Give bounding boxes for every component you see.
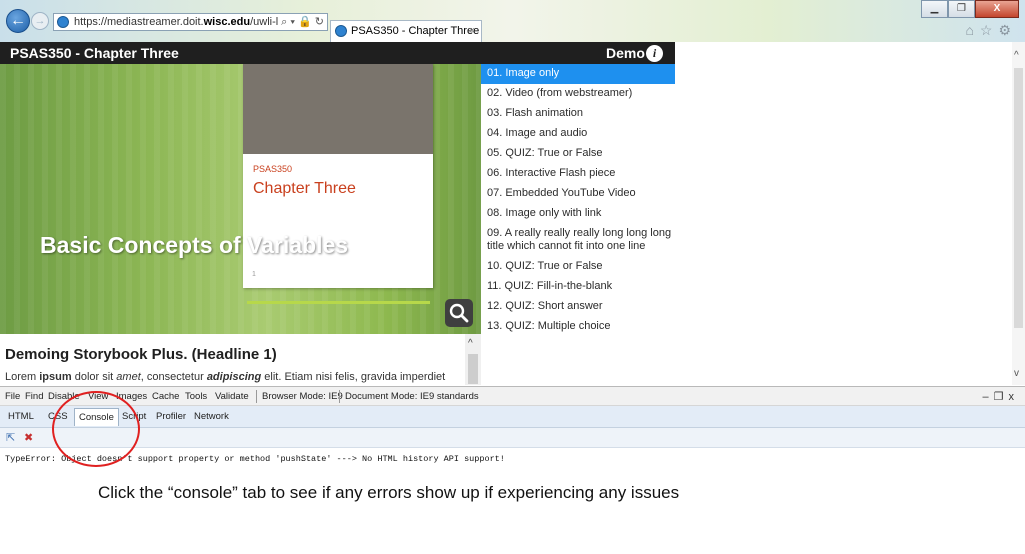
maximize-button[interactable]: ❐ <box>948 0 975 18</box>
menu-item[interactable]: 10. QUIZ: True or False <box>481 257 675 277</box>
url-prefix: https://mediastreamer.doit. <box>74 16 204 28</box>
menu-item[interactable]: 11. QUIZ: Fill-in-the-blank <box>481 277 675 297</box>
page-scroll-down-icon[interactable]: v <box>1014 368 1019 379</box>
window-controls: ▁ ❐ X <box>921 0 1019 18</box>
devtools-menubar: File Find Disable View Images Cache Tool… <box>0 386 1025 406</box>
console-output: TypeError: Object doesn't support proper… <box>0 448 1025 554</box>
url-domain: wisc.edu <box>203 16 251 28</box>
menu-item[interactable]: 13. QUIZ: Multiple choice <box>481 317 675 337</box>
page-scroll-thumb[interactable] <box>1014 68 1023 328</box>
lorem-part: elit. Etiam nisi felis, gravida imperdie… <box>261 371 446 383</box>
scroll-thumb[interactable] <box>468 354 478 384</box>
slide-heading: Basic Concepts of Variables <box>40 232 349 258</box>
ie-logo-icon <box>57 16 69 28</box>
cover-page-number: 1 <box>252 271 256 278</box>
tab-ie-icon <box>335 25 347 37</box>
player-title: PSAS350 - Chapter Three <box>10 45 179 61</box>
menu-divider <box>339 390 340 403</box>
menu-item[interactable]: 12. QUIZ: Short answer <box>481 297 675 317</box>
notes-headline: Demoing Storybook Plus. (Headline 1) <box>5 346 277 363</box>
menu-item[interactable]: 04. Image and audio <box>481 124 675 144</box>
devtools-tabs: HTML CSS Console Script Profiler Network <box>0 406 1025 428</box>
devtools-menu-file[interactable]: File <box>5 391 20 402</box>
annotation-callout: Click the “console” tab to see if any er… <box>98 483 680 502</box>
page-scrollbar[interactable]: ^ v <box>1012 42 1025 385</box>
cover-course-code: PSAS350 <box>253 164 293 174</box>
annotation-circle <box>52 391 140 467</box>
devtools-menu-tools[interactable]: Tools <box>185 391 207 402</box>
select-element-icon[interactable]: ⇱ <box>6 431 15 444</box>
console-toolbar: ⇱ ✖ <box>0 428 1025 448</box>
lorem-italic: amet <box>116 371 141 383</box>
address-tools-icons[interactable]: ⌕ ▾ 🔒 ↻ <box>278 14 324 30</box>
slide-image: PSAS350 Chapter Three 1 Basic Concepts o… <box>0 64 481 334</box>
menu-item[interactable]: 05. QUIZ: True or False <box>481 144 675 164</box>
menu-item[interactable]: 06. Interactive Flash piece <box>481 164 675 184</box>
browser-mode-menu[interactable]: Browser Mode: IE9 <box>262 391 343 402</box>
storybook-player: PSAS350 - Chapter Three Demo i PSAS350 C… <box>0 42 1012 385</box>
close-button[interactable]: X <box>975 0 1019 18</box>
tab-close-icon[interactable]: × <box>469 21 475 41</box>
tab-profiler[interactable]: Profiler <box>152 408 190 426</box>
cover-chapter-title: Chapter Three <box>253 180 356 197</box>
home-favorites-settings-icons[interactable]: ⌂☆⚙ <box>965 22 1017 39</box>
lorem-bold: ipsum <box>39 371 72 383</box>
tab-network[interactable]: Network <box>190 408 233 426</box>
devtools-menu-find[interactable]: Find <box>25 391 43 402</box>
menu-item[interactable]: 01. Image only <box>481 64 675 84</box>
minimize-button[interactable]: ▁ <box>921 0 948 18</box>
browser-tab[interactable]: PSAS350 - Chapter Three × <box>330 20 482 42</box>
clear-console-icon[interactable]: ✖ <box>24 431 33 444</box>
scroll-up-icon[interactable]: ^ <box>468 338 473 349</box>
document-mode-menu[interactable]: Document Mode: IE9 standards <box>345 391 479 402</box>
devtools-menu-validate[interactable]: Validate <box>215 391 249 402</box>
lorem-part: dolor sit <box>71 371 117 383</box>
slide-menu: 01. Image only 02. Video (from webstreame… <box>481 64 675 344</box>
back-button[interactable]: ← <box>6 9 30 33</box>
devtools-window-buttons[interactable]: –❐x <box>983 390 1019 403</box>
cover-photo <box>243 64 433 154</box>
page-scroll-up-icon[interactable]: ^ <box>1014 50 1019 61</box>
slide-accent-bar <box>247 301 430 304</box>
slide-notes: Demoing Storybook Plus. (Headline 1) Lor… <box>0 334 481 385</box>
address-bar[interactable]: https://mediastreamer.doit.wisc.edu/uwli… <box>53 13 328 31</box>
menu-item[interactable]: 03. Flash animation <box>481 104 675 124</box>
info-icon[interactable]: i <box>646 45 663 62</box>
player-header: PSAS350 - Chapter Three Demo i <box>0 42 675 64</box>
lorem-part: , consectetur <box>140 371 207 383</box>
devtools-menu-cache[interactable]: Cache <box>152 391 179 402</box>
menu-item[interactable]: 09. A really really really long long lon… <box>481 224 675 257</box>
notes-scrollbar[interactable]: ^ <box>465 334 481 385</box>
demo-label: Demo <box>606 45 645 61</box>
menu-item[interactable]: 07. Embedded YouTube Video <box>481 184 675 204</box>
forward-button[interactable]: → <box>31 12 49 30</box>
lorem-part: Lorem <box>5 371 40 383</box>
tab-html[interactable]: HTML <box>4 408 38 426</box>
notes-paragraph: Lorem ipsum dolor sit amet, consectetur … <box>5 371 445 383</box>
tab-title: PSAS350 - Chapter Three <box>351 25 480 37</box>
zoom-button[interactable] <box>445 299 473 327</box>
lorem-bold-italic: adipiscing <box>206 371 262 383</box>
menu-divider <box>256 390 257 403</box>
magnifier-icon <box>449 303 469 323</box>
browser-chrome: ← → https://mediastreamer.doit.wisc.edu/… <box>0 0 1025 42</box>
menu-item[interactable]: 02. Video (from webstreamer) <box>481 84 675 104</box>
menu-item[interactable]: 08. Image only with link <box>481 204 675 224</box>
